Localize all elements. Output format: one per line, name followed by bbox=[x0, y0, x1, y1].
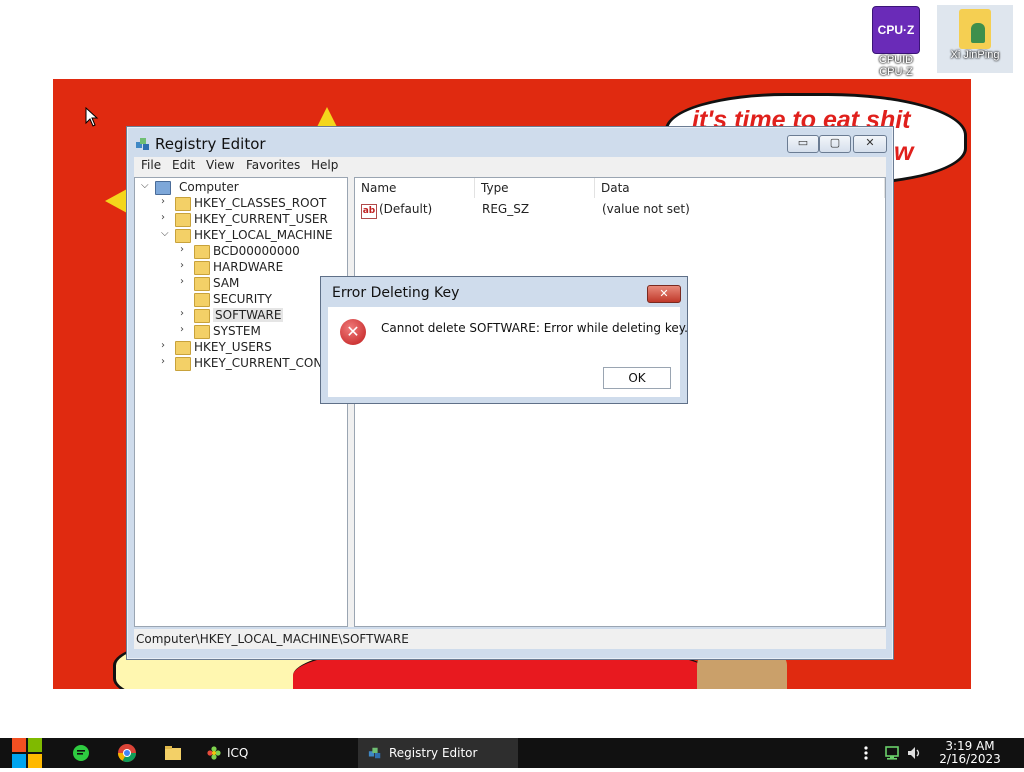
icq-flower-icon bbox=[207, 746, 221, 760]
folder-icon bbox=[194, 277, 210, 291]
menu-edit[interactable]: Edit bbox=[172, 158, 195, 172]
folder-icon bbox=[194, 293, 210, 307]
clock[interactable]: 3:19 AM 2/16/2023 bbox=[930, 740, 1010, 766]
ok-button[interactable]: OK bbox=[603, 367, 671, 389]
value-name[interactable]: (Default) bbox=[379, 202, 432, 216]
tree-item-label: SAM bbox=[213, 276, 240, 290]
error-icon: ✕ bbox=[340, 319, 366, 345]
tree-item-label: HKEY_LOCAL_MACHINE bbox=[194, 228, 333, 242]
dialog-title: Error Deleting Key bbox=[332, 285, 460, 301]
window-title: Registry Editor bbox=[155, 135, 266, 153]
string-value-icon: ab bbox=[361, 204, 377, 219]
tree-item-label: SYSTEM bbox=[213, 324, 261, 338]
menu-favorites[interactable]: Favorites bbox=[246, 158, 300, 172]
registry-editor-icon bbox=[136, 138, 149, 150]
expand-arrow-icon[interactable]: › bbox=[180, 244, 192, 255]
expand-arrow-icon[interactable]: › bbox=[180, 308, 192, 319]
computer-icon bbox=[155, 181, 171, 195]
tree-item-label: HKEY_CURRENT_CON bbox=[194, 356, 323, 370]
desktop-icon-folder[interactable]: Xi JinPing bbox=[937, 5, 1013, 73]
tree-item-label: HKEY_USERS bbox=[194, 340, 272, 354]
desktop-icon-label: Xi JinPing bbox=[950, 49, 1000, 61]
menu-view[interactable]: View bbox=[206, 158, 234, 172]
more-options-icon[interactable] bbox=[862, 745, 870, 761]
menu-file[interactable]: File bbox=[141, 158, 161, 172]
tree-item-label: Computer bbox=[179, 180, 239, 194]
volume-icon[interactable] bbox=[906, 745, 922, 761]
taskbar-item-registry-editor[interactable]: Registry Editor bbox=[358, 738, 518, 768]
expand-arrow-icon[interactable]: › bbox=[180, 324, 192, 335]
wallpaper-speech-text: w bbox=[894, 138, 914, 166]
folder-icon bbox=[175, 197, 191, 211]
desktop-icon-label: CPU-Z bbox=[879, 66, 913, 78]
column-header-name[interactable]: Name bbox=[355, 178, 475, 198]
value-type: REG_SZ bbox=[482, 202, 530, 216]
key-tree-pane[interactable]: ⌵ Computer › HKEY_CLASSES_ROOT › HKEY_CU… bbox=[134, 177, 348, 627]
column-header-data[interactable]: Data bbox=[595, 178, 885, 198]
menu-bar: File Edit View Favorites Help bbox=[134, 157, 886, 177]
folder-icon bbox=[194, 325, 210, 339]
start-button[interactable] bbox=[11, 738, 43, 768]
folder-icon bbox=[194, 309, 210, 323]
clock-date: 2/16/2023 bbox=[939, 752, 1001, 766]
windows-logo-icon bbox=[12, 738, 42, 768]
collapse-arrow-icon[interactable]: ⌵ bbox=[161, 228, 173, 239]
taskbar: ICQ Registry Editor 3:19 AM 2/16/2023 bbox=[0, 738, 1024, 768]
tree-item-label: SECURITY bbox=[213, 292, 272, 306]
folder-open-icon bbox=[175, 229, 191, 243]
folder-user-icon bbox=[959, 9, 991, 49]
window-titlebar[interactable]: Registry Editor ▭ ▢ ✕ bbox=[127, 127, 893, 157]
dialog-close-button[interactable]: ✕ bbox=[647, 285, 681, 303]
taskbar-item-icq[interactable]: ICQ bbox=[200, 738, 350, 768]
status-path: Computer\HKEY_LOCAL_MACHINE\SOFTWARE bbox=[136, 632, 409, 646]
desktop-icon-label: CPUID bbox=[878, 54, 914, 66]
expand-arrow-icon[interactable]: › bbox=[161, 356, 173, 367]
folder-icon bbox=[194, 245, 210, 259]
chat-app-icon[interactable] bbox=[71, 743, 91, 763]
close-button[interactable]: ✕ bbox=[853, 135, 887, 153]
menu-help[interactable]: Help bbox=[311, 158, 338, 172]
network-icon[interactable] bbox=[884, 745, 900, 761]
taskbar-item-label: Registry Editor bbox=[389, 746, 478, 760]
error-message: Cannot delete SOFTWARE: Error while dele… bbox=[381, 321, 688, 335]
folder-icon bbox=[175, 213, 191, 227]
file-explorer-icon[interactable] bbox=[163, 743, 183, 763]
error-dialog: Error Deleting Key ✕ ✕ Cannot delete SOF… bbox=[320, 276, 688, 404]
tree-item-label: BCD00000000 bbox=[213, 244, 300, 258]
wallpaper-star bbox=[105, 189, 127, 213]
folder-icon bbox=[175, 357, 191, 371]
minimize-button[interactable]: ▭ bbox=[787, 135, 819, 153]
maximize-button[interactable]: ▢ bbox=[819, 135, 851, 153]
tree-item-label: SOFTWARE bbox=[213, 308, 284, 322]
folder-icon bbox=[175, 341, 191, 355]
folder-icon bbox=[194, 261, 210, 275]
chrome-icon[interactable] bbox=[117, 743, 137, 763]
tree-item-label: HKEY_CLASSES_ROOT bbox=[194, 196, 327, 210]
expand-arrow-icon[interactable]: › bbox=[161, 196, 173, 207]
tree-item-label: HKEY_CURRENT_USER bbox=[194, 212, 328, 226]
dialog-body: ✕ Cannot delete SOFTWARE: Error while de… bbox=[328, 307, 688, 397]
expand-arrow-icon[interactable]: › bbox=[161, 212, 173, 223]
expand-arrow-icon[interactable]: › bbox=[161, 340, 173, 351]
expand-arrow-icon[interactable]: › bbox=[180, 260, 192, 271]
column-header-type[interactable]: Type bbox=[475, 178, 595, 198]
cpuz-icon: CPU·Z bbox=[872, 6, 920, 54]
registry-editor-icon bbox=[368, 747, 381, 759]
expand-arrow-icon[interactable]: › bbox=[180, 276, 192, 287]
tree-item-label: HARDWARE bbox=[213, 260, 284, 274]
status-bar: Computer\HKEY_LOCAL_MACHINE\SOFTWARE bbox=[134, 629, 886, 649]
expand-arrow-icon[interactable]: ⌵ bbox=[141, 180, 153, 191]
desktop-icon-cpuz[interactable]: CPU·Z CPUID CPU-Z bbox=[864, 6, 928, 78]
taskbar-item-label: ICQ bbox=[227, 746, 249, 760]
value-data: (value not set) bbox=[602, 202, 690, 216]
